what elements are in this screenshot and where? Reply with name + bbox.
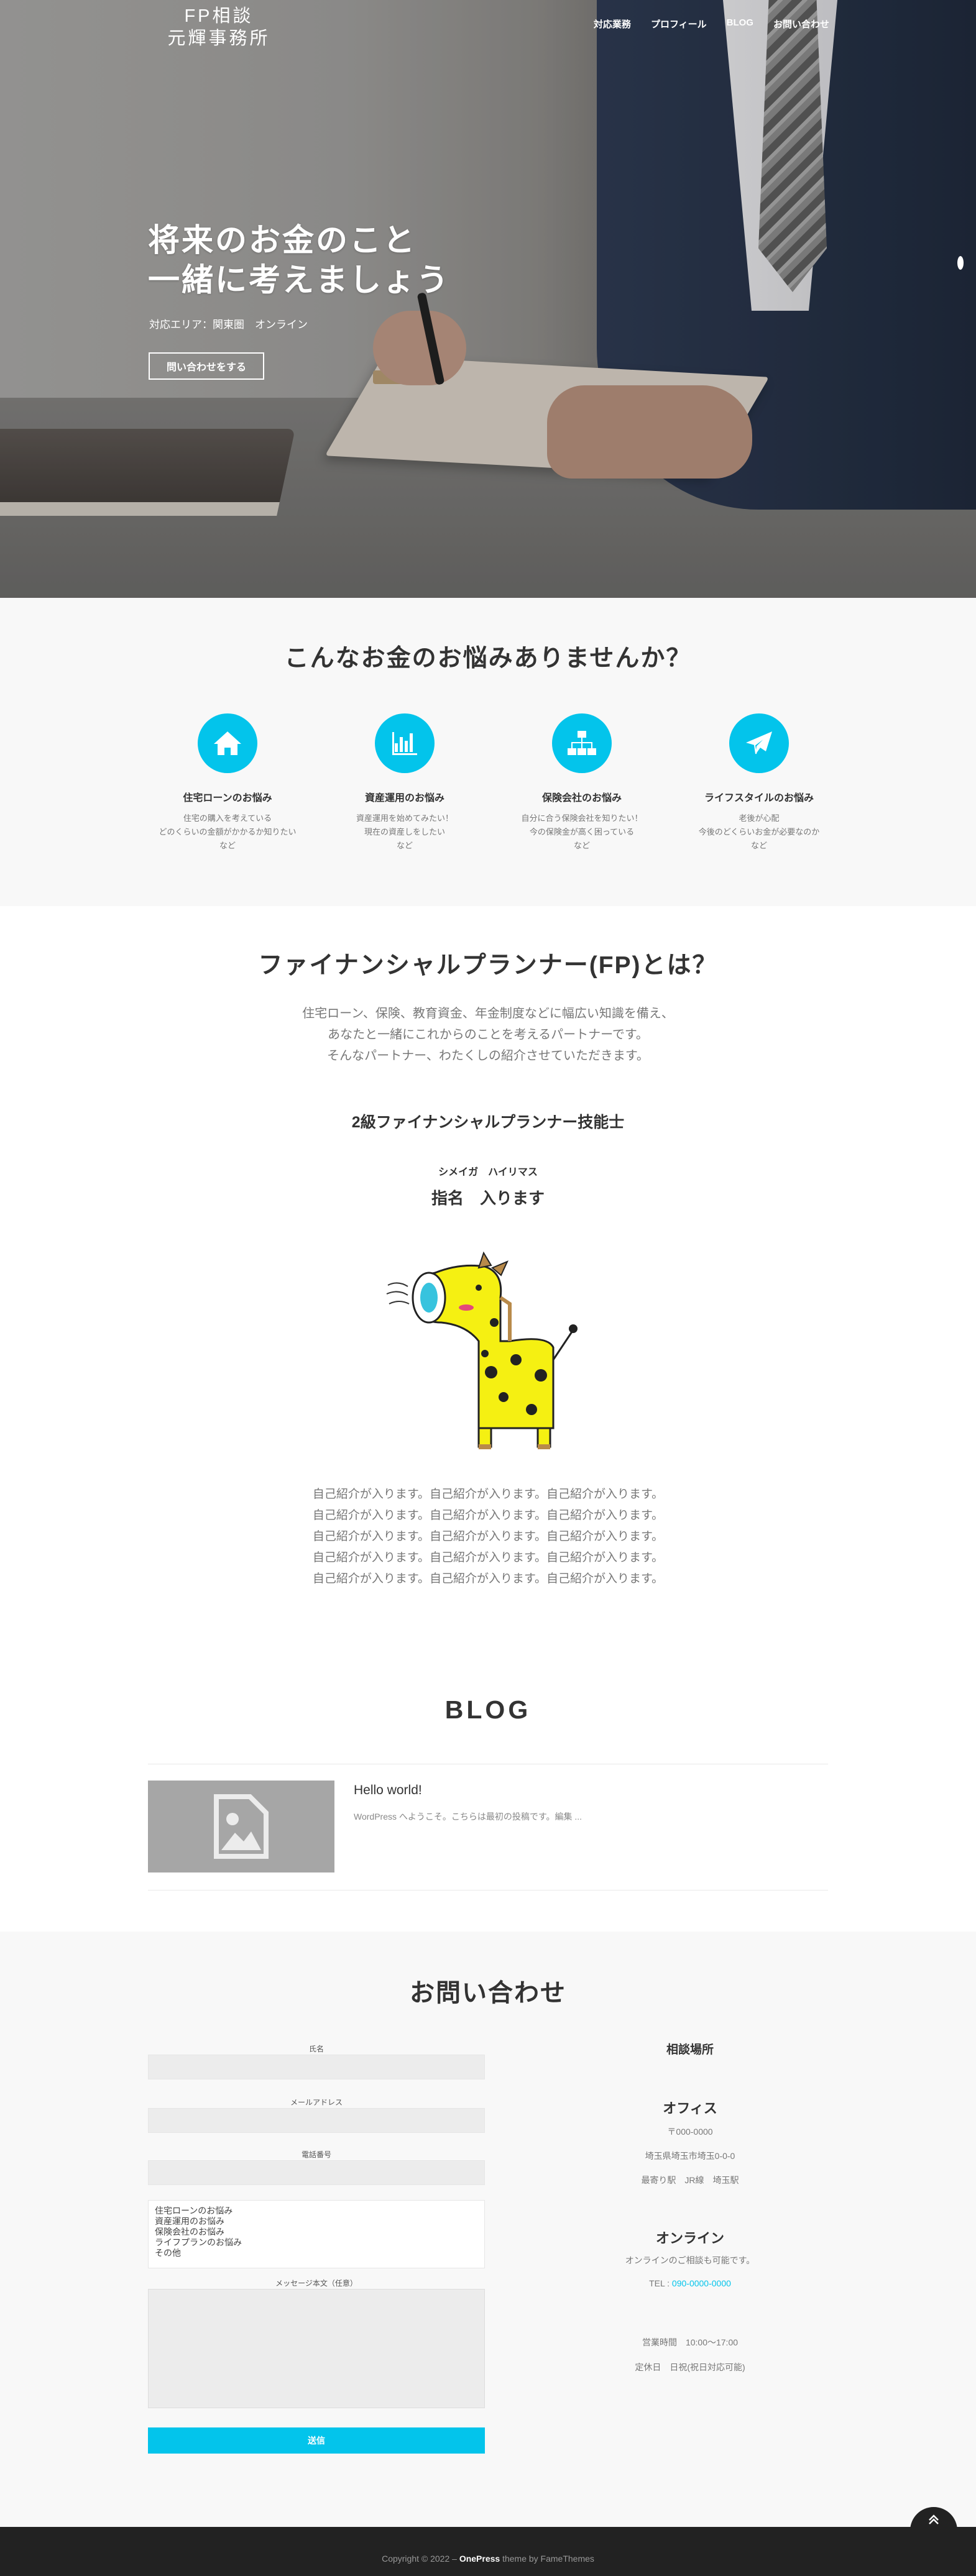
option[interactable]: 保険会社のお悩み	[155, 2227, 478, 2237]
hero-subtitle: 対応エリア：関東圏 オンライン	[149, 319, 308, 331]
message-label: メッセージ本文（任意）	[275, 2279, 357, 2288]
hero-title: 将来のお金のこと 一緒に考えましょう	[148, 221, 450, 300]
worry-card-lifestyle: ライフスタイルのお悩み 老後が心配 今後のどくらいお金が必要なのか など	[684, 713, 834, 853]
fp-title: ファイナンシャルプランナー(FP)とは？	[258, 952, 718, 979]
giraffe-illustration	[386, 1251, 578, 1449]
site-logo[interactable]: FP相談 元輝事務所	[163, 5, 275, 50]
worries-section: こんなお金のお悩みありませんか？ 住宅ローンのお悩み 住宅の購入を考えている どの…	[0, 598, 976, 906]
bio-line: 自己紹介が入ります。自己紹介が入ります。自己紹介が入ります。	[312, 1488, 664, 1501]
home-icon	[198, 713, 257, 773]
copyright: Copyright © 2022 –	[382, 2554, 459, 2564]
phone-info: TEL : 090-0000-0000	[547, 2278, 833, 2288]
bio-line: 自己紹介が入ります。自己紹介が入ります。自己紹介が入ります。	[312, 1530, 664, 1543]
phone-field[interactable]	[148, 2160, 485, 2185]
option[interactable]: 資産運用のお悩み	[155, 2216, 478, 2227]
worry-text: 自分に合う保険会社を知りたい！ 今の保険金が高く困っている など	[521, 814, 643, 850]
fp-lead-line: 住宅ローン、保険、教育資金、年金制度などに幅広い知識を備え、	[302, 1007, 674, 1020]
blog-title: BLOG	[444, 1695, 532, 1724]
worry-text: 老後が心配 今後のどくらいお金が必要なのか など	[698, 814, 820, 850]
bio-line: 自己紹介が入ります。自己紹介が入ります。自己紹介が入ります。	[312, 1572, 664, 1585]
fp-lead: 住宅ローン、保険、教育資金、年金制度などに幅広い知識を備え、 あなたと一緒にこれ…	[0, 1003, 976, 1066]
theme-credit: theme by FameThemes	[500, 2554, 594, 2564]
slider-dot[interactable]	[957, 256, 964, 270]
email-field[interactable]	[148, 2108, 485, 2133]
hero-section: FP相談 元輝事務所 対応業務 プロフィール BLOG お問い合わせ 将来のお金…	[0, 0, 976, 598]
nav-blog[interactable]: BLOG	[727, 17, 753, 30]
worry-title: 資産運用のお悩み	[364, 793, 444, 804]
hero-overlay	[0, 0, 976, 598]
worry-text: 住宅の購入を考えている どのくらいの金額がかかるか知りたい など	[159, 814, 297, 850]
bar-chart-icon	[375, 713, 435, 773]
sitemap-icon	[552, 713, 612, 773]
fp-lead-line: あなたと一緒にこれからのことを考えるパートナーです。	[328, 1028, 648, 1042]
paper-plane-icon	[729, 713, 789, 773]
submit-button[interactable]: 送信	[148, 2427, 485, 2454]
nav-contact[interactable]: お問い合わせ	[773, 17, 829, 30]
worry-card-housing: 住宅ローンのお悩み 住宅の購入を考えている どのくらいの金額がかかるか知りたい など	[153, 713, 302, 853]
logo-line1: FP相談	[184, 6, 254, 26]
fp-lead-line: そんなパートナー、わたくしの紹介させていただきます。	[327, 1049, 649, 1063]
business-hours: 営業時間 10:00〜17:00	[642, 2337, 739, 2347]
profile-name: 指名 入ります	[431, 1189, 545, 1208]
place-heading: 相談場所	[666, 2043, 714, 2056]
option[interactable]: 住宅ローンのお悩み	[155, 2206, 478, 2216]
name-reading: シメイガ ハイリマス	[438, 1167, 538, 1178]
name-label: 氏名	[308, 2045, 324, 2053]
hero-title-line2: 一緒に考えましょう	[148, 262, 451, 298]
office-heading: オフィス	[663, 2101, 717, 2116]
worry-title: 保険会社のお悩み	[541, 793, 622, 804]
blog-post-card[interactable]: Hello world! WordPress へようこそ。こちらは最初の投稿です…	[148, 1764, 828, 1891]
worry-card-insurance: 保険会社のお悩み 自分に合う保険会社を知りたい！ 今の保険金が高く困っている など	[507, 713, 656, 853]
station: 最寄り駅 JR線 埼玉駅	[641, 2175, 739, 2185]
theme-link[interactable]: OnePress	[459, 2554, 500, 2564]
post-title[interactable]: Hello world!	[354, 1783, 422, 1798]
worry-title: 住宅ローンのお悩み	[183, 793, 272, 804]
worry-text: 資産運用を始めてみたい！ 現在の資産しをしたい など	[356, 814, 453, 850]
qualification-title: 2級ファイナンシャルプランナー技能士	[351, 1114, 625, 1131]
tel-link[interactable]: 090-0000-0000	[672, 2278, 731, 2288]
worries-title: こんなお金のお悩みありませんか？	[284, 645, 692, 672]
main-nav: 対応業務 プロフィール BLOG お問い合わせ	[594, 17, 829, 30]
bio-line: 自己紹介が入ります。自己紹介が入ります。自己紹介が入ります。	[312, 1551, 664, 1564]
profile-bio: 自己紹介が入ります。自己紹介が入ります。自己紹介が入ります。 自己紹介が入ります…	[0, 1484, 976, 1590]
message-textarea[interactable]	[148, 2289, 485, 2408]
holidays: 定休日 日祝(祝日対応可能)	[635, 2362, 745, 2372]
hero-title-line1: 将来のお金のこと	[148, 222, 417, 258]
post-excerpt: WordPress へようこそ。こちらは最初の投稿です。編集 ...	[354, 1812, 582, 1822]
postal-code: 〒000-0000	[667, 2127, 713, 2137]
hero-contact-button[interactable]: 問い合わせをする	[149, 352, 264, 380]
bio-line: 自己紹介が入ります。自己紹介が入ります。自己紹介が入ります。	[312, 1509, 664, 1522]
contact-title: お問い合わせ	[410, 1979, 566, 2007]
nav-profile[interactable]: プロフィール	[651, 17, 707, 30]
option[interactable]: ライフプランのお悩み	[155, 2237, 478, 2248]
tel-label: TEL :	[649, 2278, 672, 2288]
online-text: オンラインのご相談も可能です。	[625, 2255, 755, 2265]
phone-label: 電話番号	[301, 2150, 331, 2159]
logo-line2: 元輝事務所	[167, 29, 270, 48]
image-placeholder-icon[interactable]	[148, 1781, 334, 1872]
site-footer: Copyright © 2022 – OnePress theme by Fam…	[0, 2527, 976, 2576]
worry-card-assets: 資産運用のお悩み 資産運用を始めてみたい！ 現在の資産しをしたい など	[330, 713, 479, 853]
option[interactable]: その他	[155, 2248, 478, 2258]
worry-title: ライフスタイルのお悩み	[704, 793, 814, 804]
email-label: メールアドレス	[290, 2098, 343, 2107]
address: 埼玉県埼玉市埼玉0-0-0	[645, 2151, 735, 2161]
topic-select[interactable]: 住宅ローンのお悩み 資産運用のお悩み 保険会社のお悩み ライフプランのお悩み そ…	[148, 2200, 485, 2268]
nav-services[interactable]: 対応業務	[594, 17, 631, 30]
name-field[interactable]	[148, 2055, 485, 2079]
online-heading: オンライン	[655, 2230, 724, 2246]
